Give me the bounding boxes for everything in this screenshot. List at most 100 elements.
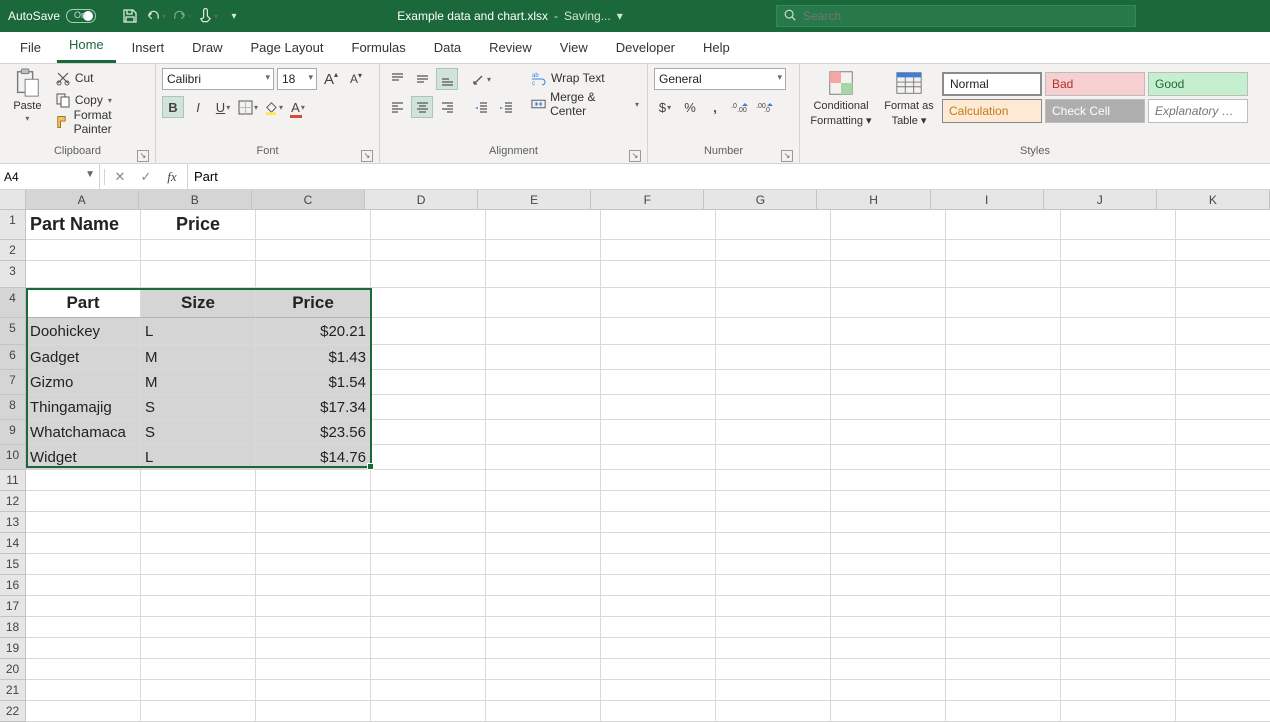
cell[interactable]	[1176, 617, 1270, 638]
cell[interactable]	[716, 575, 831, 596]
cell[interactable]	[716, 680, 831, 701]
tab-help[interactable]: Help	[691, 34, 742, 63]
align-left-button[interactable]	[386, 96, 408, 118]
font-color-button[interactable]: A	[287, 96, 309, 118]
cell[interactable]	[1176, 470, 1270, 491]
cell-a7[interactable]: Gizmo	[26, 370, 141, 395]
row-header-13[interactable]: 13	[0, 512, 26, 533]
italic-button[interactable]: I	[187, 96, 209, 118]
font-launcher[interactable]: ↘	[361, 150, 373, 162]
cell[interactable]	[946, 420, 1061, 445]
cell[interactable]	[831, 512, 946, 533]
cell[interactable]	[371, 533, 486, 554]
cell-c8[interactable]: $17.34	[256, 395, 371, 420]
cell[interactable]	[1176, 445, 1270, 470]
style-explanatory[interactable]: Explanatory …	[1148, 99, 1248, 123]
cell[interactable]	[1061, 288, 1176, 318]
cell[interactable]	[1061, 370, 1176, 395]
cell[interactable]	[831, 554, 946, 575]
conditional-formatting-button[interactable]: Conditional Formatting ▾	[806, 68, 876, 138]
cell[interactable]	[831, 210, 946, 240]
cell[interactable]	[1176, 345, 1270, 370]
cell[interactable]	[1061, 575, 1176, 596]
cell[interactable]	[256, 512, 371, 533]
col-header-d[interactable]: D	[365, 190, 478, 209]
row-header-1[interactable]: 1	[0, 210, 26, 240]
cell[interactable]	[26, 261, 141, 288]
cell[interactable]	[1061, 261, 1176, 288]
cell[interactable]	[371, 659, 486, 680]
cell[interactable]	[1061, 512, 1176, 533]
cell[interactable]	[141, 554, 256, 575]
cell[interactable]	[26, 596, 141, 617]
col-header-e[interactable]: E	[478, 190, 591, 209]
col-header-b[interactable]: B	[139, 190, 252, 209]
cell-b1[interactable]: Price	[141, 210, 256, 240]
cell[interactable]	[716, 512, 831, 533]
cell[interactable]	[716, 420, 831, 445]
row-header-21[interactable]: 21	[0, 680, 26, 701]
cell-b9[interactable]: S	[141, 420, 256, 445]
row-header-10[interactable]: 10	[0, 445, 26, 470]
cell-b8[interactable]: S	[141, 395, 256, 420]
cell[interactable]	[831, 638, 946, 659]
row-header-8[interactable]: 8	[0, 395, 26, 420]
increase-font-button[interactable]: A▴	[320, 68, 342, 90]
cell[interactable]	[486, 554, 601, 575]
borders-button[interactable]	[237, 96, 259, 118]
cell[interactable]	[1061, 596, 1176, 617]
col-header-a[interactable]: A	[26, 190, 139, 209]
cell[interactable]	[1061, 491, 1176, 512]
cell[interactable]	[371, 345, 486, 370]
cell[interactable]	[371, 554, 486, 575]
row-header-3[interactable]: 3	[0, 261, 26, 288]
cell[interactable]	[141, 617, 256, 638]
cell-b6[interactable]: M	[141, 345, 256, 370]
cell[interactable]	[486, 210, 601, 240]
cell[interactable]	[1061, 680, 1176, 701]
row-header-20[interactable]: 20	[0, 659, 26, 680]
row-header-11[interactable]: 11	[0, 470, 26, 491]
cell[interactable]	[716, 370, 831, 395]
cell-a5[interactable]: Doohickey	[26, 318, 141, 345]
row-header-6[interactable]: 6	[0, 345, 26, 370]
cell[interactable]	[831, 575, 946, 596]
font-name-select[interactable]: Calibri	[162, 68, 274, 90]
cell[interactable]	[601, 261, 716, 288]
merge-center-button[interactable]: Merge & Center	[529, 94, 641, 114]
align-middle-button[interactable]	[411, 68, 433, 90]
autosave[interactable]: AutoSave On	[8, 9, 114, 23]
cut-button[interactable]: Cut	[53, 68, 149, 88]
cell[interactable]	[141, 638, 256, 659]
formula-input[interactable]	[194, 169, 1264, 184]
cell[interactable]	[486, 370, 601, 395]
cell[interactable]	[831, 680, 946, 701]
tab-view[interactable]: View	[548, 34, 600, 63]
undo-button[interactable]	[146, 6, 166, 26]
cell[interactable]	[141, 533, 256, 554]
cell[interactable]	[1061, 318, 1176, 345]
cell[interactable]	[601, 533, 716, 554]
cell[interactable]	[141, 596, 256, 617]
decrease-decimal-button[interactable]: .00.0	[754, 96, 776, 118]
cell[interactable]	[831, 533, 946, 554]
cell[interactable]	[26, 617, 141, 638]
title-dd[interactable]: ▾	[617, 9, 623, 23]
cell[interactable]	[1176, 533, 1270, 554]
cell[interactable]	[716, 395, 831, 420]
align-right-button[interactable]	[436, 96, 458, 118]
cell[interactable]	[1176, 596, 1270, 617]
cell[interactable]	[831, 345, 946, 370]
cell[interactable]	[256, 575, 371, 596]
cell[interactable]	[716, 491, 831, 512]
cell[interactable]	[601, 210, 716, 240]
cell[interactable]	[371, 596, 486, 617]
save-icon[interactable]	[120, 6, 140, 26]
increase-decimal-button[interactable]: .0.00	[729, 96, 751, 118]
cell-b10[interactable]: L	[141, 445, 256, 470]
cell[interactable]	[946, 345, 1061, 370]
cell[interactable]	[1176, 318, 1270, 345]
cell[interactable]	[716, 318, 831, 345]
cell[interactable]	[1061, 470, 1176, 491]
cell[interactable]	[716, 345, 831, 370]
